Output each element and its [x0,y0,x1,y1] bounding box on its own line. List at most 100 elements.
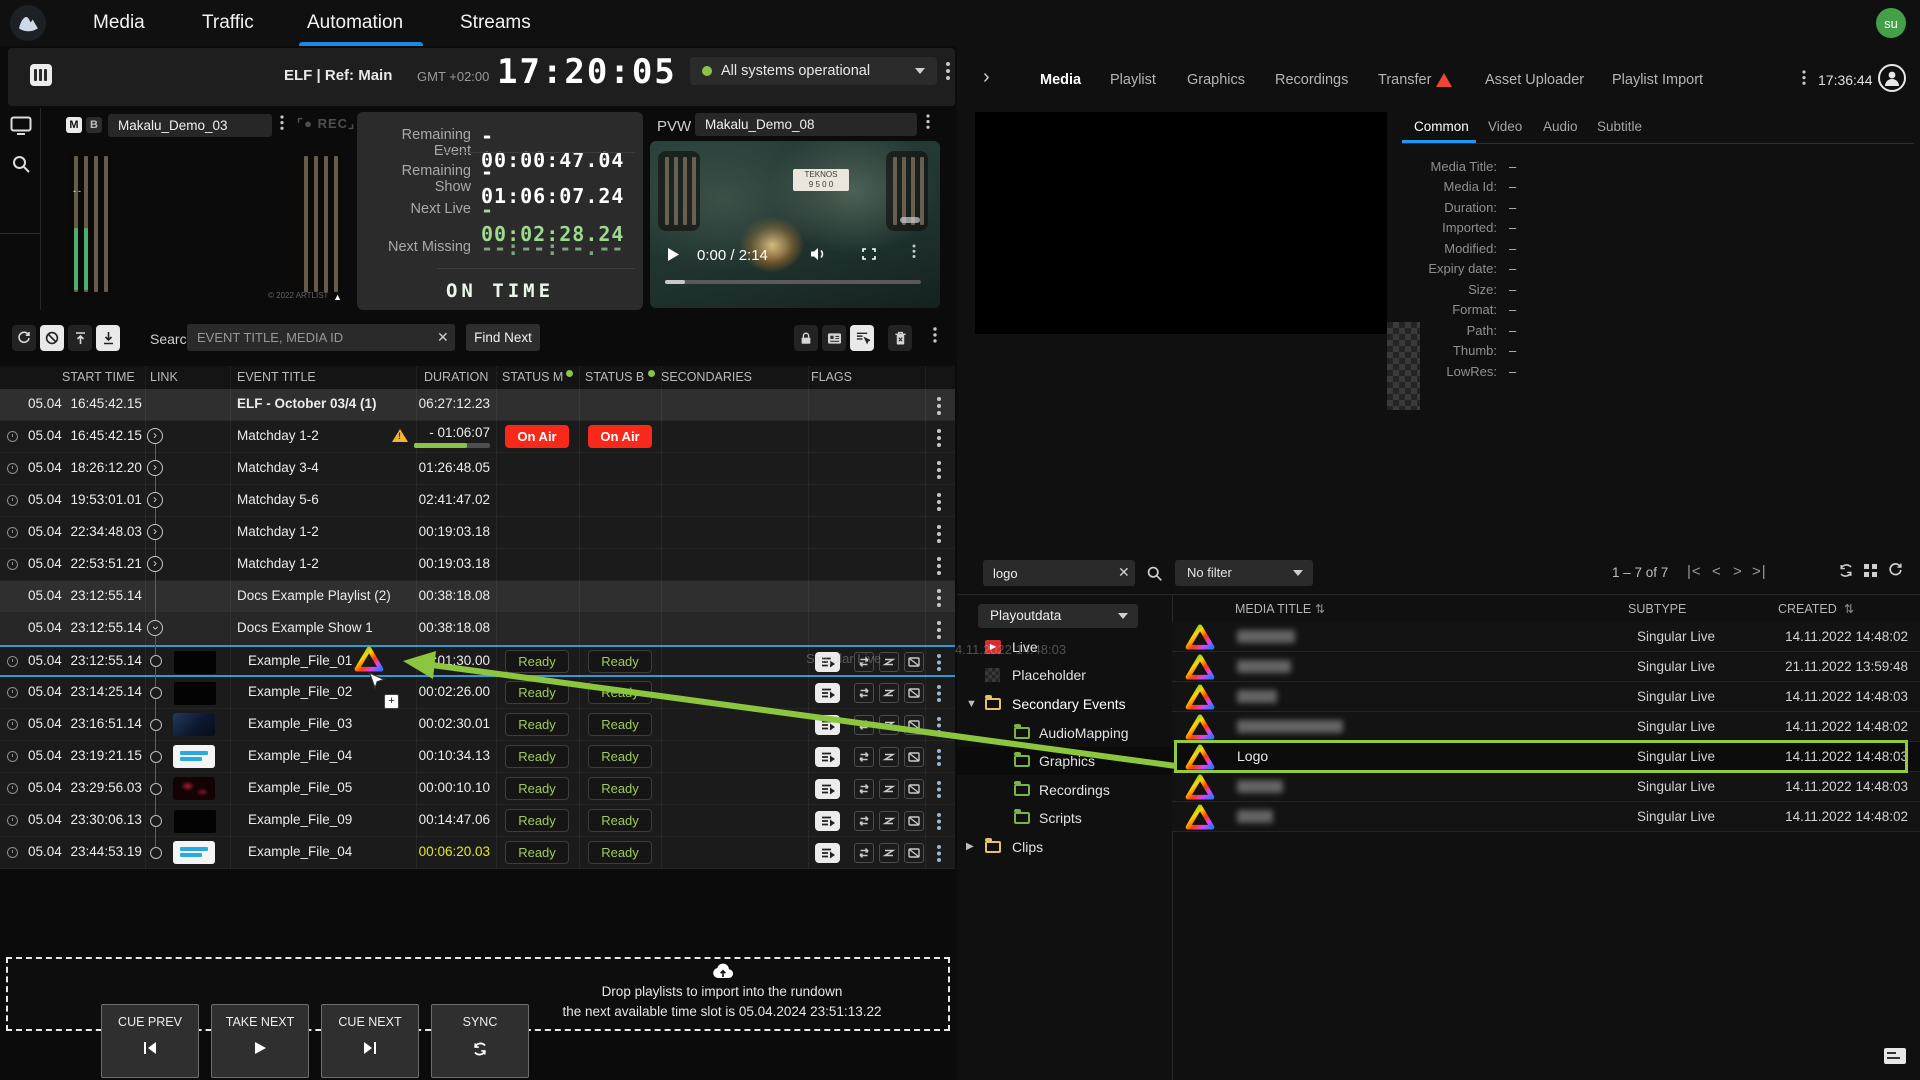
secondary-events-icon[interactable] [815,843,840,863]
rundown-row[interactable]: 05.04 23:30:06.13 Example_File_09 00:14:… [0,805,955,837]
media-row[interactable]: Singular Live 14.11.2022 14:48:02 [1172,622,1920,652]
monitor-kebab-icon[interactable] [280,115,283,118]
row-kebab-icon[interactable] [937,845,941,849]
system-status-dropdown[interactable]: All systems operational [690,57,937,85]
rundown-search-input[interactable] [187,324,455,351]
row-kebab-icon[interactable] [937,397,941,401]
next-page-icon[interactable]: > [1733,563,1743,580]
rundown-row[interactable]: 05.04 23:29:56.03 Example_File_05 00:00:… [0,773,955,805]
link-chevron-expanded[interactable]: › [147,620,163,636]
tree-item-audiomapping[interactable]: AudioMapping [957,719,1172,747]
row-kebab-icon[interactable] [937,685,941,689]
no-video-flag-icon[interactable] [904,843,924,863]
first-page-icon[interactable]: |< [1687,563,1702,580]
program-source-select[interactable]: Makalu_Demo_03 [108,114,272,137]
row-kebab-icon[interactable] [937,621,941,625]
delete-event-icon[interactable] [888,325,912,351]
play-icon[interactable] [667,247,680,262]
select-events-icon[interactable] [850,325,874,351]
cue-prev-button[interactable]: CUE PREV [101,1004,199,1078]
row-kebab-icon[interactable] [937,717,941,721]
media-row[interactable]: Singular Live 14.11.2022 14:48:03 [1172,682,1920,712]
join-flag-icon[interactable] [879,747,899,767]
media-row[interactable]: Singular Live 14.11.2022 14:48:03 [1172,772,1920,802]
loop-flag-icon[interactable] [854,683,874,703]
program-video[interactable]: -- © 2022 ARTLIST ▲ [60,141,348,305]
col-media-title[interactable]: MEDIA TITLE [1235,602,1311,616]
col-subtype[interactable]: SUBTYPE [1628,602,1686,616]
monitor-icon[interactable] [10,116,32,136]
prev-page-icon[interactable]: < [1712,563,1722,580]
no-video-flag-icon[interactable] [904,811,924,831]
sort-icon[interactable]: ⇅ [1315,602,1325,616]
find-next-button[interactable]: Find Next [466,324,540,351]
link-chevron[interactable]: › [147,428,163,444]
meta-tab-common[interactable]: Common [1414,119,1469,134]
rundown-row[interactable]: 05.04 22:34:48.03 › Matchday 1-2 00:19:0… [0,517,955,549]
row-kebab-icon[interactable] [937,781,941,785]
tree-item-graphics[interactable]: Graphics [957,747,1172,775]
tab-playlist-import[interactable]: Playlist Import [1612,66,1703,94]
autoscroll-off-icon[interactable] [40,325,64,351]
join-flag-icon[interactable] [879,843,899,863]
refresh-icon[interactable] [1888,562,1903,578]
search-icon[interactable] [1146,565,1163,582]
join-flag-icon[interactable] [879,779,899,799]
secondary-events-icon[interactable] [815,779,840,799]
library-kebab-icon[interactable] [1802,70,1805,73]
nav-automation[interactable]: Automation [307,0,403,46]
nav-traffic[interactable]: Traffic [202,0,254,46]
resize-handle[interactable]: ▲ [333,292,342,302]
col-created[interactable]: CREATED [1778,602,1837,616]
tree-item-scripts[interactable]: Scripts [957,804,1172,832]
rec-button[interactable]: ⌜● REC⌟ [297,116,355,132]
makalu-logo-icon[interactable] [10,5,46,41]
row-kebab-icon[interactable] [937,749,941,753]
scroll-to-onair-icon[interactable] [96,325,120,351]
no-video-flag-icon[interactable] [904,747,924,767]
tab-playlist[interactable]: Playlist [1110,66,1156,94]
rundown-row[interactable]: 05.04 23:12:55.14 Docs Example Playlist … [0,581,955,613]
loop-flag-icon[interactable] [854,811,874,831]
tree-item-clips[interactable]: ▶ Clips [957,833,1172,861]
join-flag-icon[interactable] [879,652,899,672]
tab-media[interactable]: Media [1040,66,1081,94]
meta-tab-video[interactable]: Video [1488,119,1522,134]
row-kebab-icon[interactable] [937,493,941,497]
tree-item-secondary-events[interactable]: ▼ Secondary Events [957,690,1172,718]
collapse-panel-chevron[interactable]: › [983,66,990,89]
pvw-kebab-icon[interactable] [926,114,929,117]
no-video-flag-icon[interactable] [904,652,924,672]
tab-asset-uploader[interactable]: Asset Uploader [1485,66,1584,94]
media-row-selected[interactable]: Logo Singular Live 14.11.2022 14:48:03 [1172,742,1920,772]
col-duration[interactable]: DURATION [424,370,488,384]
row-kebab-icon[interactable] [937,525,941,529]
col-flags[interactable]: FLAGS [811,370,852,384]
account-icon[interactable] [1878,64,1906,92]
secondary-events-icon[interactable] [815,715,840,735]
loop-flag-icon[interactable] [854,843,874,863]
row-kebab-icon[interactable] [937,654,941,658]
meta-tab-subtitle[interactable]: Subtitle [1597,119,1642,134]
no-video-flag-icon[interactable] [904,715,924,735]
row-kebab-icon[interactable] [937,461,941,465]
col-status-b[interactable]: STATUS B [585,370,644,384]
media-row[interactable]: Singular Live 21.11.2022 13:59:48 [1172,652,1920,682]
row-kebab-icon[interactable] [937,589,941,593]
nav-media[interactable]: Media [93,0,145,46]
link-chevron[interactable]: › [147,556,163,572]
lock-rundown-icon[interactable] [794,325,818,351]
rundown-row[interactable]: 05.04 22:53:51.21 › Matchday 1-2 00:19:0… [0,549,955,581]
console-icon[interactable] [1884,1048,1906,1064]
link-chevron[interactable]: › [147,524,163,540]
seek-bar[interactable] [665,280,921,284]
pvw-video[interactable]: TEKNOS9 5 0 0 0:00 / 2:14 [650,141,940,308]
fullscreen-icon[interactable] [862,248,876,260]
media-row[interactable]: Singular Live 14.11.2022 14:48:02 [1172,802,1920,832]
rundown-row[interactable]: 05.04 18:26:12.20 › Matchday 3-4 01:26:4… [0,453,955,485]
library-search-input[interactable] [983,560,1135,586]
col-event-title[interactable]: EVENT TITLE [237,370,316,384]
pvw-source-select[interactable]: Makalu_Demo_08 [695,113,917,136]
last-page-icon[interactable]: >| [1752,563,1767,580]
rundown-row[interactable]: 05.04 16:45:42.15 ELF - October 03/4 (1)… [0,389,955,421]
